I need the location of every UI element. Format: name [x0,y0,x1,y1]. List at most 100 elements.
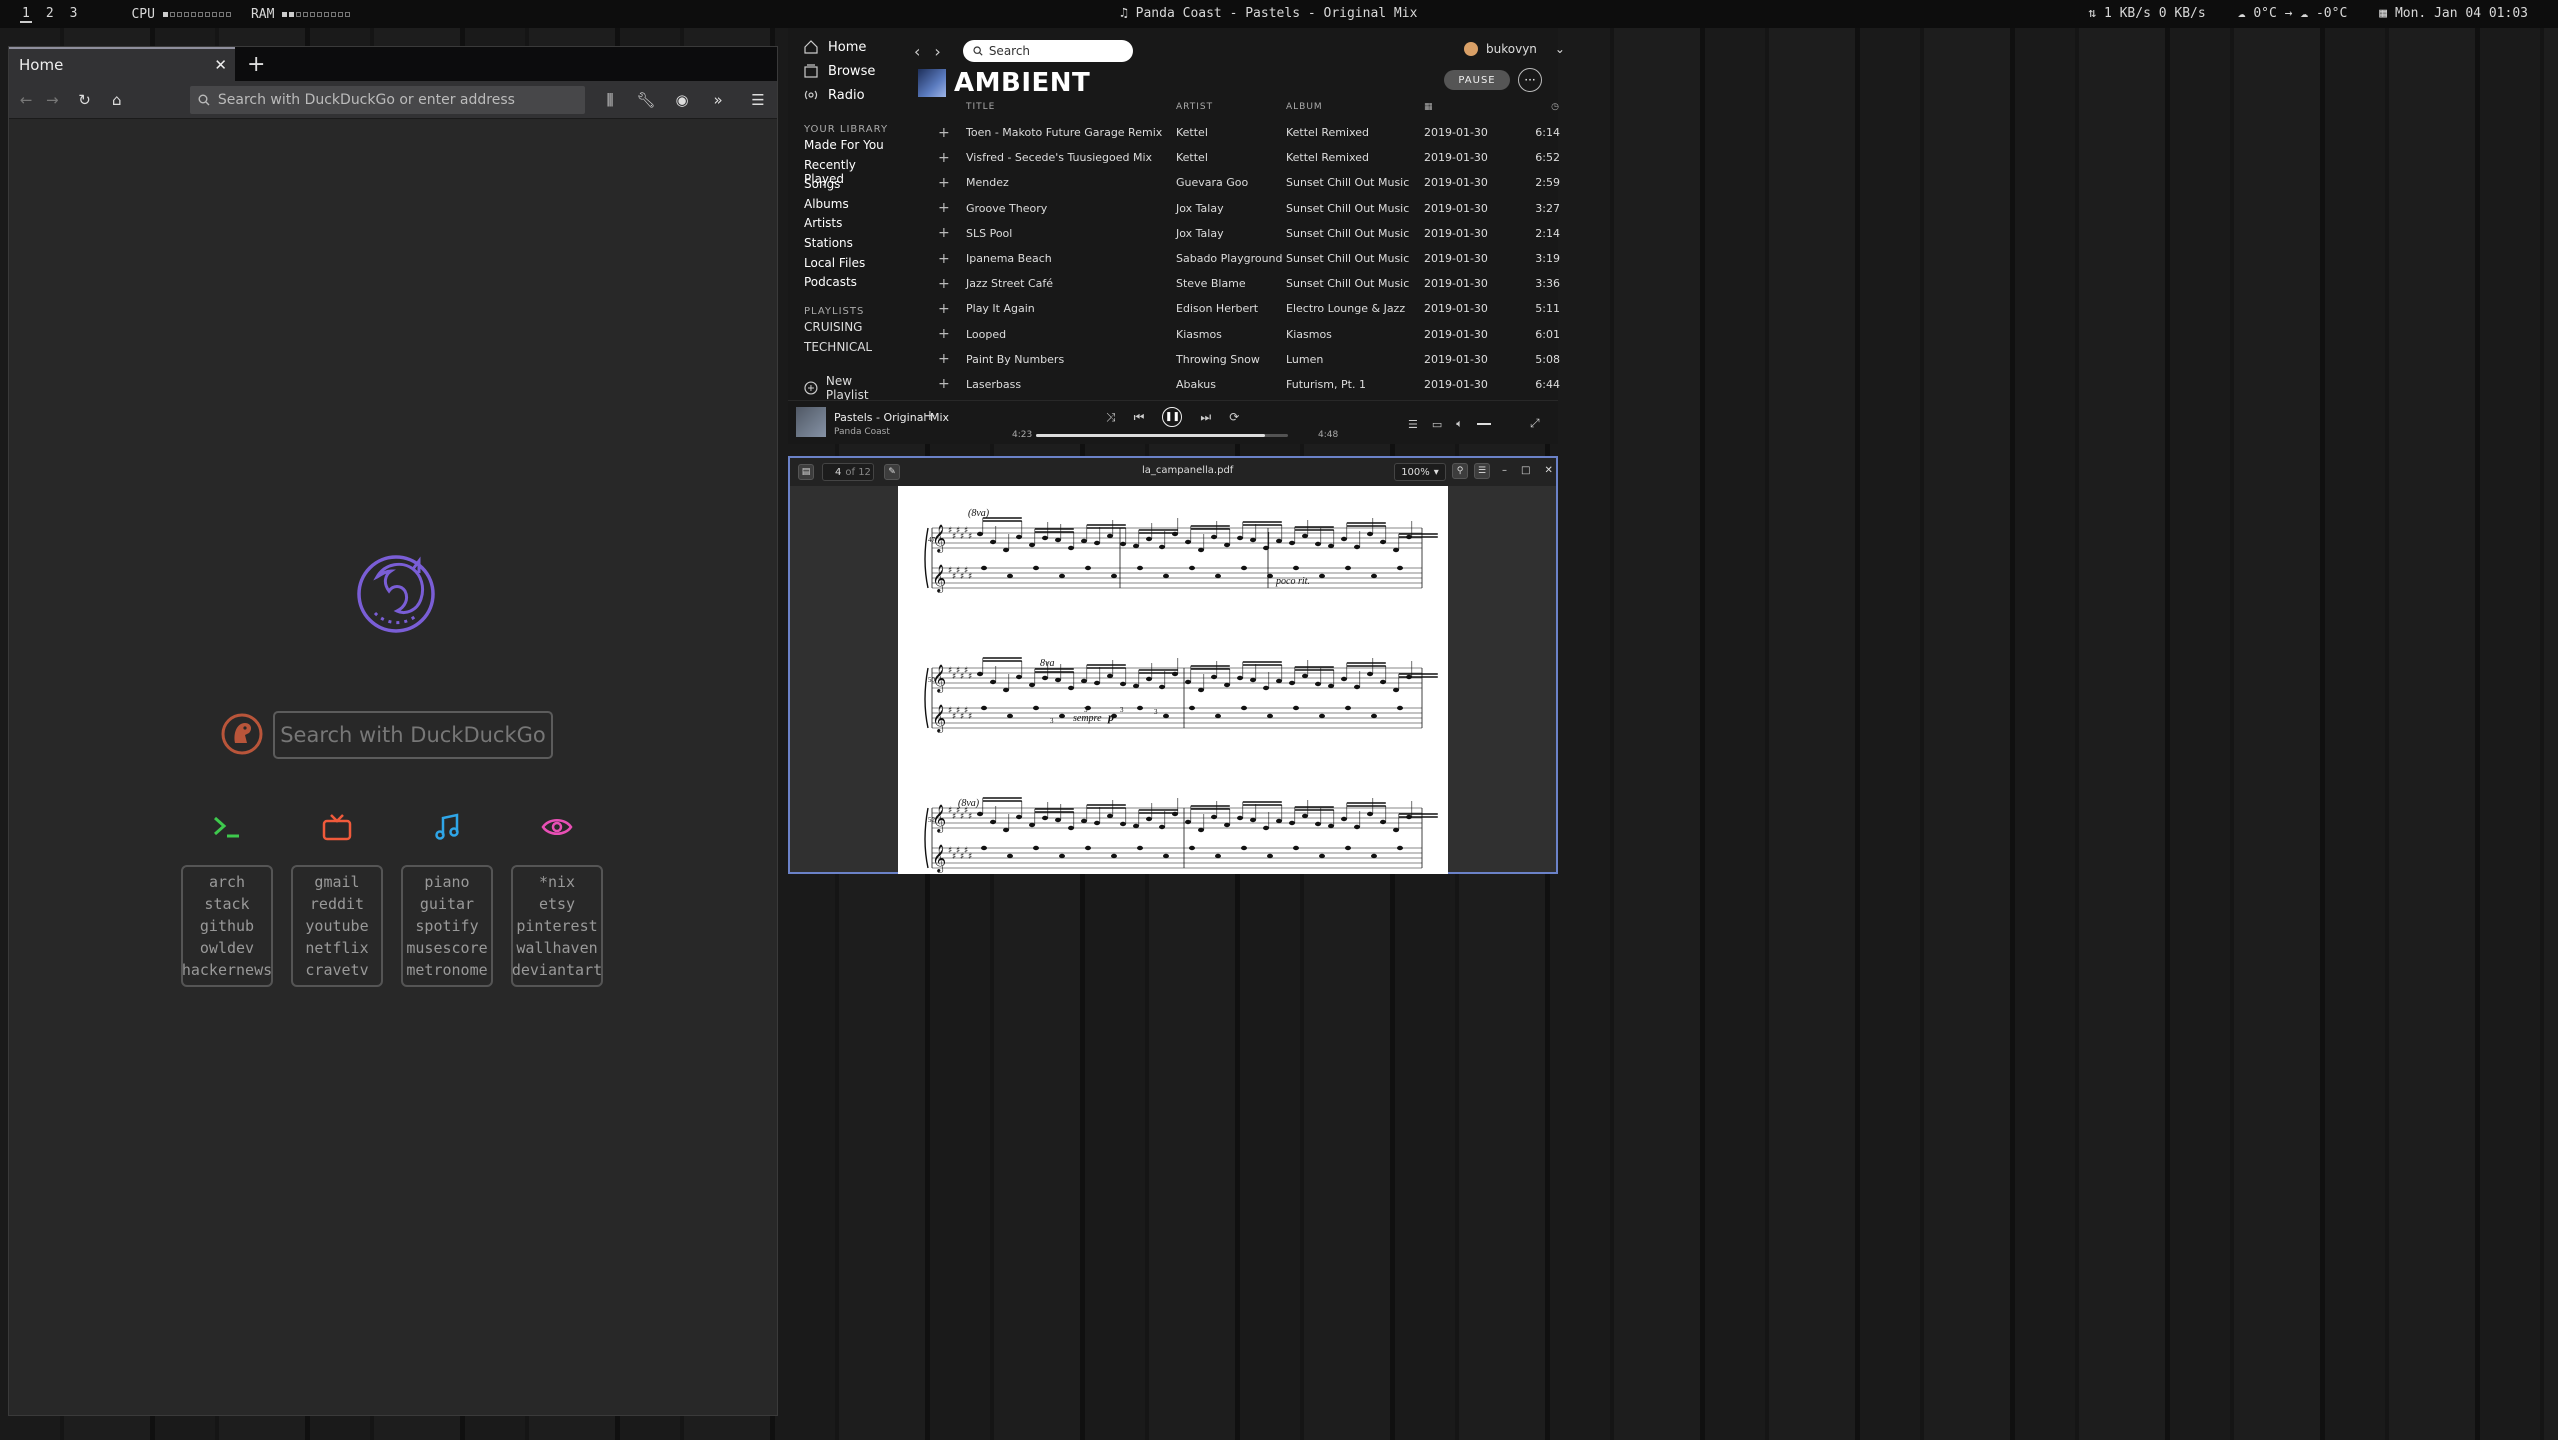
tab-home[interactable]: Home ✕ [9,47,235,81]
menu-icon[interactable]: ☰ [747,91,769,109]
forward-icon[interactable]: › [934,42,940,61]
bookmark-link[interactable]: pinterest [516,917,597,935]
bookmark-link[interactable]: netflix [305,939,368,957]
bookmark-link[interactable]: metronome [406,961,487,979]
repeat-icon[interactable]: ⟳ [1229,410,1239,424]
search-icon[interactable]: ⚲ [1452,463,1468,479]
bookmark-link[interactable]: arch [209,873,245,891]
track-row[interactable]: + Toen - Makoto Future Garage Remix Kettel… [938,120,1560,145]
forward-icon[interactable]: → [43,91,61,109]
track-row[interactable]: + Jazz Street Café Steve Blame Sunset Chill… [938,271,1560,296]
track-row[interactable]: + Paint By Numbers Throwing Snow Lumen 2019-… [938,347,1560,372]
close-icon[interactable]: ✕ [1544,465,1552,476]
track-artist[interactable]: Edison Herbert [1176,296,1286,321]
library-icon[interactable]: ⫼ [599,91,621,109]
new-tab-button[interactable]: + [247,52,265,77]
bookmark-link[interactable]: github [200,917,254,935]
track-artist[interactable]: Throwing Snow [1176,347,1286,372]
bookmark-link[interactable]: reddit [310,895,364,913]
clock-icon[interactable]: ◷ [1520,94,1560,120]
annotate-icon[interactable]: ✎ [884,464,900,480]
track-artist[interactable]: Abakus [1176,372,1286,397]
workspace-3[interactable]: 3 [68,6,80,23]
bookmark-link[interactable]: cravetv [305,961,368,979]
add-icon[interactable]: + [924,408,936,424]
queue-icon[interactable]: ☰ [1408,418,1418,431]
pause-icon[interactable]: ❚❚ [1162,407,1183,427]
shuffle-icon[interactable]: ⤨ [1106,410,1116,425]
new-playlist-button[interactable]: New Playlist [804,374,898,402]
bookmark-link[interactable]: deviantart [512,961,602,979]
volume-slider[interactable] [1476,423,1491,425]
column-artist[interactable]: ARTIST [1176,94,1286,120]
library-item[interactable]: Albums [804,197,898,211]
track-album[interactable]: Kiasmos [1286,322,1424,347]
add-track-icon[interactable]: + [938,347,966,372]
user-menu[interactable]: bukovyn ⌄ [1464,42,1565,56]
track-album[interactable]: Sunset Chill Out Music [1286,246,1424,271]
bookmark-link[interactable]: piano [424,873,469,891]
track-album[interactable]: Futurism, Pt. 1 [1286,372,1424,397]
url-bar[interactable]: Search with DuckDuckGo or enter address [189,85,586,114]
track-album[interactable]: Lumen [1286,347,1424,372]
add-track-icon[interactable]: + [938,221,966,246]
back-icon[interactable]: ‹ [914,42,920,61]
playlist-item[interactable]: CRUISING [804,320,872,334]
add-track-icon[interactable]: + [938,322,966,347]
back-icon[interactable]: ← [17,91,35,109]
track-album[interactable]: Sunset Chill Out Music [1286,170,1424,195]
next-icon[interactable]: ⏭︎ [1200,410,1211,425]
add-track-icon[interactable]: + [938,296,966,321]
add-track-icon[interactable]: + [938,372,966,397]
sidebar-toggle-icon[interactable]: ▤ [798,464,814,480]
bookmark-link[interactable]: youtube [305,917,368,935]
library-item[interactable]: Podcasts [804,275,898,289]
more-options-icon[interactable]: ··· [1518,68,1542,92]
track-row[interactable]: + Ipanema Beach Sabado Playground Sunset Ch… [938,246,1560,271]
track-artist[interactable]: Steve Blame [1176,271,1286,296]
zoom-select[interactable]: 100% ▾ [1394,463,1446,481]
add-track-icon[interactable]: + [938,170,966,195]
nav-browse[interactable]: Browse [804,64,875,79]
track-album[interactable]: Sunset Chill Out Music [1286,221,1424,246]
previous-icon[interactable]: ⏮︎ [1134,410,1145,425]
playlist-item[interactable]: TECHNICAL [804,340,872,354]
page-number-field[interactable]: 4 of 12 [822,463,874,481]
pause-button[interactable]: PAUSE [1444,70,1510,90]
library-item[interactable]: Recently Played [804,158,898,186]
track-artist[interactable]: Jox Talay [1176,221,1286,246]
now-playing-widget[interactable]: ♫ Panda Coast - Pastels - Original Mix [1120,6,1417,21]
nav-home[interactable]: Home [804,40,875,55]
track-row[interactable]: + SLS Pool Jox Talay Sunset Chill Out Music… [938,221,1560,246]
track-album[interactable]: Kettel Remixed [1286,120,1424,145]
column-title[interactable]: TITLE [966,94,1176,120]
ddg-search-input[interactable]: Search with DuckDuckGo [273,711,553,759]
wrench-icon[interactable]: 🔧︎ [635,91,657,109]
bookmark-link[interactable]: guitar [420,895,474,913]
track-row[interactable]: + Groove Theory Jox Talay Sunset Chill Out … [938,196,1560,221]
bookmark-link[interactable]: musescore [406,939,487,957]
track-artist[interactable]: Kettel [1176,120,1286,145]
bookmark-link[interactable]: owldev [200,939,254,957]
track-album[interactable]: Sunset Chill Out Music [1286,196,1424,221]
fullscreen-icon[interactable]: ⤢ [1530,416,1540,431]
library-item[interactable]: Local Files [804,256,898,270]
library-item[interactable]: Songs [804,177,898,191]
close-tab-icon[interactable]: ✕ [214,56,227,74]
reload-icon[interactable]: ↻ [75,91,93,109]
bookmark-link[interactable]: gmail [314,873,359,891]
bookmark-link[interactable]: spotify [415,917,478,935]
track-row[interactable]: + Laserbass Abakus Futurism, Pt. 1 2019-01-3… [938,372,1560,397]
bookmark-link[interactable]: hackernews [182,961,272,979]
bookmark-link[interactable]: etsy [539,895,575,913]
minimize-icon[interactable]: – [1502,465,1507,476]
track-artist[interactable]: Sabado Playground [1176,246,1286,271]
column-album[interactable]: ALBUM [1286,94,1424,120]
spotify-search-input[interactable]: Search [962,40,1133,62]
home-icon[interactable]: ⌂ [108,91,126,109]
overflow-icon[interactable]: » [707,91,729,109]
track-album[interactable]: Electro Lounge & Jazz [1286,296,1424,321]
add-track-icon[interactable]: + [938,246,966,271]
bookmark-link[interactable]: stack [204,895,249,913]
track-artist[interactable]: Jox Talay [1176,196,1286,221]
